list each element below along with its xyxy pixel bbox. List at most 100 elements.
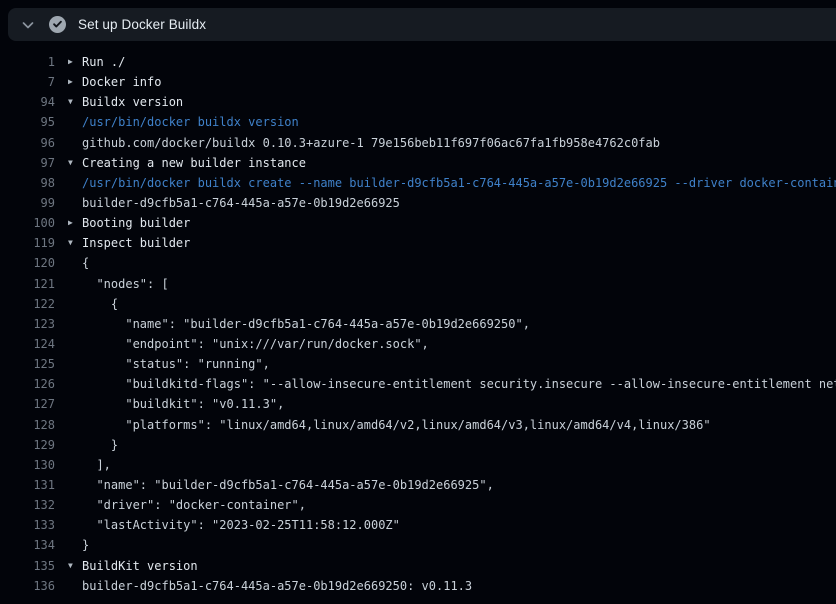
log-output-text: "name": "builder-d9cfb5a1-c764-445a-a57e… bbox=[82, 314, 530, 334]
log-group-toggle[interactable]: Docker info bbox=[82, 72, 161, 92]
log-output-text: { bbox=[82, 253, 89, 273]
log-line: 94 ▼Buildx version bbox=[0, 92, 836, 112]
log-line-number[interactable]: 98 bbox=[0, 173, 55, 193]
log-lines: 1 ▶Run ./ 7 ▶Docker info 94 ▼Buildx vers… bbox=[0, 41, 836, 604]
log-line-number[interactable]: 119 bbox=[0, 233, 55, 253]
log-line-number[interactable]: 128 bbox=[0, 415, 55, 435]
log-output-text: "buildkitd-flags": "--allow-insecure-ent… bbox=[82, 374, 836, 394]
log-line-number[interactable]: 122 bbox=[0, 294, 55, 314]
log-output-text: } bbox=[82, 435, 118, 455]
arrow-spacer bbox=[68, 274, 82, 294]
step-header[interactable]: Set up Docker Buildx bbox=[8, 8, 836, 41]
log-line-number[interactable]: 129 bbox=[0, 435, 55, 455]
arrow-spacer bbox=[68, 394, 82, 414]
log-output-text: "platforms": "linux/amd64,linux/amd64/v2… bbox=[82, 415, 711, 435]
log-line-number[interactable]: 120 bbox=[0, 253, 55, 273]
log-line: 98 /usr/bin/docker buildx create --name … bbox=[0, 173, 836, 193]
triangle-down-icon[interactable]: ▼ bbox=[68, 92, 82, 112]
log-line-number[interactable]: 95 bbox=[0, 112, 55, 132]
chevron-down-icon bbox=[20, 17, 36, 33]
triangle-down-icon[interactable]: ▼ bbox=[68, 153, 82, 173]
log-line-number[interactable]: 96 bbox=[0, 133, 55, 153]
step-title: Set up Docker Buildx bbox=[78, 17, 206, 32]
log-group-toggle[interactable]: Run ./ bbox=[82, 52, 125, 72]
log-group-toggle[interactable]: Inspect builder bbox=[82, 233, 190, 253]
triangle-right-icon[interactable]: ▶ bbox=[68, 213, 82, 233]
arrow-spacer bbox=[68, 133, 82, 153]
triangle-down-icon[interactable]: ▼ bbox=[68, 556, 82, 576]
log-output-text: "name": "builder-d9cfb5a1-c764-445a-a57e… bbox=[82, 475, 494, 495]
log-output-text: "nodes": [ bbox=[82, 274, 169, 294]
log-line-number[interactable]: 131 bbox=[0, 475, 55, 495]
triangle-down-icon[interactable]: ▼ bbox=[68, 233, 82, 253]
log-line-number[interactable]: 123 bbox=[0, 314, 55, 334]
log-line-number[interactable]: 1 bbox=[0, 52, 55, 72]
log-line-number[interactable]: 124 bbox=[0, 334, 55, 354]
arrow-spacer bbox=[68, 253, 82, 273]
check-circle-icon bbox=[49, 16, 66, 33]
log-line: 123 "name": "builder-d9cfb5a1-c764-445a-… bbox=[0, 314, 836, 334]
arrow-spacer bbox=[68, 173, 82, 193]
triangle-right-icon[interactable]: ▶ bbox=[68, 72, 82, 92]
arrow-spacer bbox=[68, 354, 82, 374]
log-line-number[interactable]: 133 bbox=[0, 515, 55, 535]
log-line: 95 /usr/bin/docker buildx version bbox=[0, 112, 836, 132]
log-command-text: /usr/bin/docker buildx create --name bui… bbox=[82, 173, 836, 193]
log-line: 134 } bbox=[0, 535, 836, 555]
arrow-spacer bbox=[68, 374, 82, 394]
triangle-right-icon[interactable]: ▶ bbox=[68, 52, 82, 72]
log-line: 99 builder-d9cfb5a1-c764-445a-a57e-0b19d… bbox=[0, 193, 836, 213]
log-line: 119 ▼Inspect builder bbox=[0, 233, 836, 253]
log-output-text: "status": "running", bbox=[82, 354, 270, 374]
log-line: 120 { bbox=[0, 253, 836, 273]
log-line: 128 "platforms": "linux/amd64,linux/amd6… bbox=[0, 415, 836, 435]
arrow-spacer bbox=[68, 455, 82, 475]
log-line-number[interactable]: 97 bbox=[0, 153, 55, 173]
log-line: 133 "lastActivity": "2023-02-25T11:58:12… bbox=[0, 515, 836, 535]
arrow-spacer bbox=[68, 314, 82, 334]
log-line: 125 "status": "running", bbox=[0, 354, 836, 374]
log-line: 129 } bbox=[0, 435, 836, 455]
log-line-number[interactable]: 136 bbox=[0, 576, 55, 596]
log-line-number[interactable]: 135 bbox=[0, 556, 55, 576]
arrow-spacer bbox=[68, 415, 82, 435]
arrow-spacer bbox=[68, 475, 82, 495]
log-line: 121 "nodes": [ bbox=[0, 274, 836, 294]
arrow-spacer bbox=[68, 294, 82, 314]
log-line: 136 builder-d9cfb5a1-c764-445a-a57e-0b19… bbox=[0, 576, 836, 596]
log-output-text: "endpoint": "unix:///var/run/docker.sock… bbox=[82, 334, 429, 354]
log-group-toggle[interactable]: BuildKit version bbox=[82, 556, 198, 576]
log-line: 130 ], bbox=[0, 455, 836, 475]
log-output-text: { bbox=[82, 294, 118, 314]
log-group-toggle[interactable]: Booting builder bbox=[82, 213, 190, 233]
log-line-number[interactable]: 100 bbox=[0, 213, 55, 233]
log-group-toggle[interactable]: Creating a new builder instance bbox=[82, 153, 306, 173]
log-output-text: "lastActivity": "2023-02-25T11:58:12.000… bbox=[82, 515, 400, 535]
collapse-step-button[interactable] bbox=[16, 13, 40, 37]
log-output-text: ], bbox=[82, 455, 111, 475]
log-output-text: builder-d9cfb5a1-c764-445a-a57e-0b19d2e6… bbox=[82, 576, 472, 596]
log-line-number[interactable]: 99 bbox=[0, 193, 55, 213]
log-line: 7 ▶Docker info bbox=[0, 72, 836, 92]
log-line: 126 "buildkitd-flags": "--allow-insecure… bbox=[0, 374, 836, 394]
log-line-number[interactable]: 126 bbox=[0, 374, 55, 394]
log-output-text: "driver": "docker-container", bbox=[82, 495, 306, 515]
log-line-number[interactable]: 121 bbox=[0, 274, 55, 294]
arrow-spacer bbox=[68, 193, 82, 213]
arrow-spacer bbox=[68, 495, 82, 515]
log-command-text: /usr/bin/docker buildx version bbox=[82, 112, 299, 132]
log-line-number[interactable]: 134 bbox=[0, 535, 55, 555]
log-line-number[interactable]: 127 bbox=[0, 394, 55, 414]
arrow-spacer bbox=[68, 515, 82, 535]
arrow-spacer bbox=[68, 576, 82, 596]
log-output-text: } bbox=[82, 535, 89, 555]
log-line-number[interactable]: 94 bbox=[0, 92, 55, 112]
log-line: 100 ▶Booting builder bbox=[0, 213, 836, 233]
log-output-text: "buildkit": "v0.11.3", bbox=[82, 394, 284, 414]
log-line-number[interactable]: 130 bbox=[0, 455, 55, 475]
log-line: 131 "name": "builder-d9cfb5a1-c764-445a-… bbox=[0, 475, 836, 495]
log-line-number[interactable]: 132 bbox=[0, 495, 55, 515]
log-group-toggle[interactable]: Buildx version bbox=[82, 92, 183, 112]
log-line-number[interactable]: 7 bbox=[0, 72, 55, 92]
log-line-number[interactable]: 125 bbox=[0, 354, 55, 374]
